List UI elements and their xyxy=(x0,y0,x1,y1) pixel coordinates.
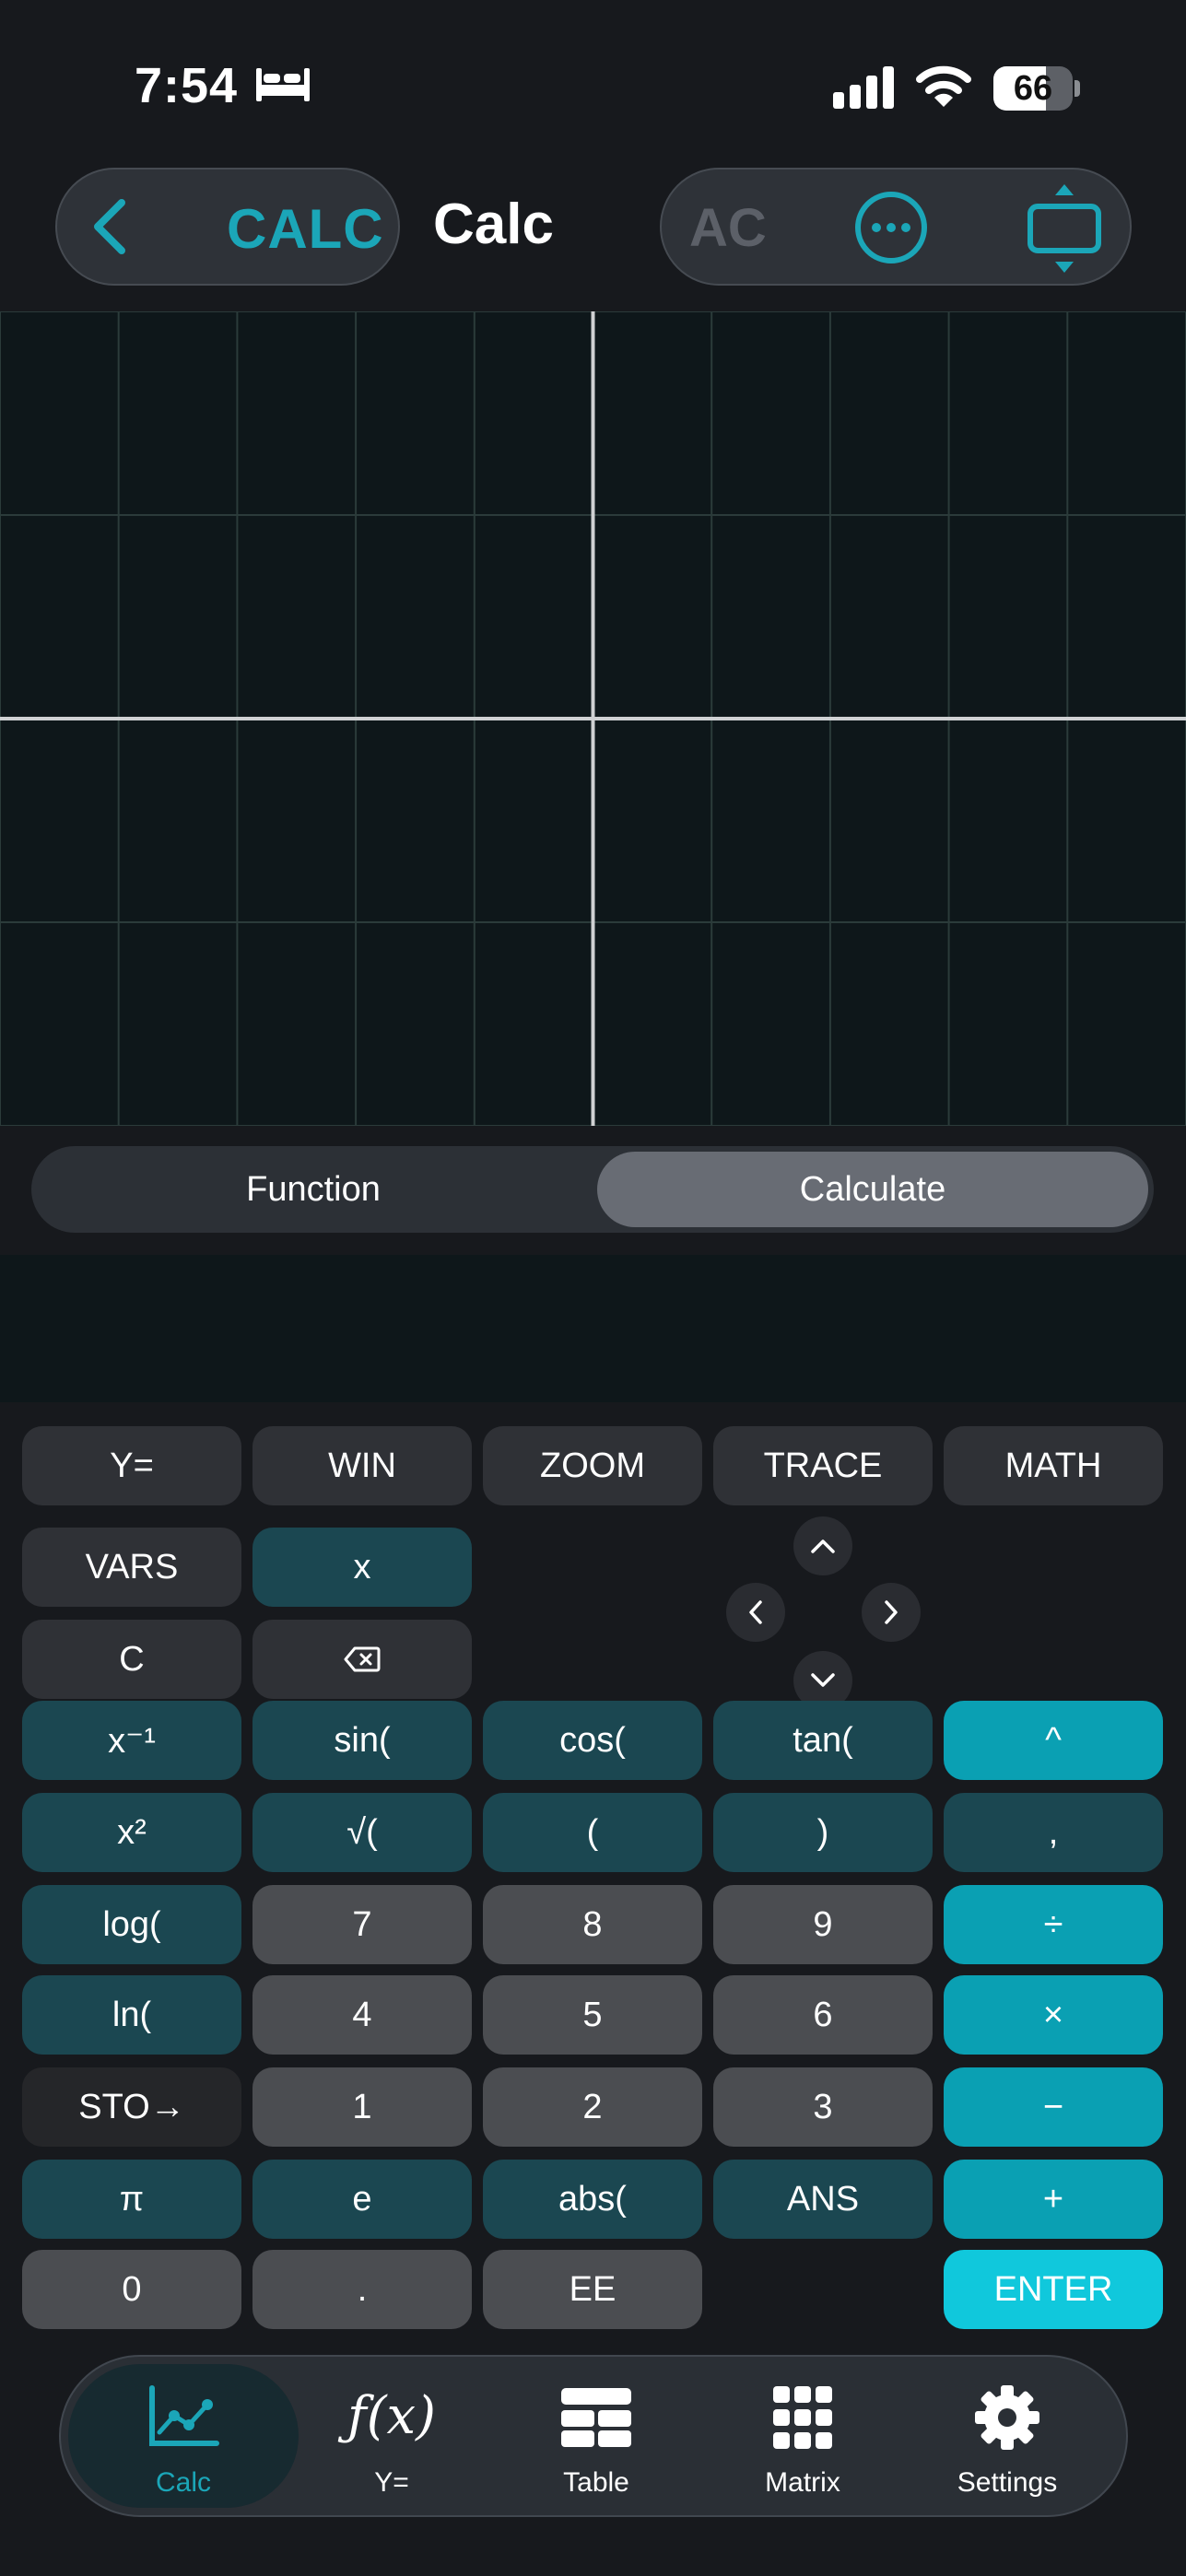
chevron-left-icon xyxy=(749,1600,762,1624)
sin-key[interactable]: sin( xyxy=(252,1701,472,1780)
tab-matrix[interactable]: Matrix xyxy=(687,2364,918,2508)
matrix-icon xyxy=(773,2386,832,2449)
tab-calc-label: Calc xyxy=(155,2467,211,2498)
digit-9-key[interactable]: 9 xyxy=(713,1885,933,1964)
back-chevron-icon[interactable] xyxy=(85,197,140,256)
euler-key[interactable]: e xyxy=(252,2160,472,2239)
power-key[interactable]: ^ xyxy=(944,1701,1163,1780)
bottom-tab-bar: Calc ƒ(x) Y= Table Matrix Settings xyxy=(59,2355,1128,2517)
sqrt-key[interactable]: √( xyxy=(252,1793,472,1872)
digit-4-key[interactable]: 4 xyxy=(252,1975,472,2055)
comma-key[interactable]: , xyxy=(944,1793,1163,1872)
close-paren-key[interactable]: ) xyxy=(713,1793,933,1872)
zoom-key[interactable]: ZOOM xyxy=(483,1426,702,1505)
digit-8-key[interactable]: 8 xyxy=(483,1885,702,1964)
vars-key[interactable]: VARS xyxy=(22,1528,241,1607)
open-paren-key[interactable]: ( xyxy=(483,1793,702,1872)
log-key[interactable]: log( xyxy=(22,1885,241,1964)
tab-calculate[interactable]: Calculate xyxy=(597,1152,1148,1227)
table-icon xyxy=(561,2388,631,2447)
chevron-down-icon xyxy=(811,1673,835,1687)
exponent-ee-key[interactable]: EE xyxy=(483,2250,702,2329)
backspace-key[interactable] xyxy=(252,1620,472,1699)
pi-key[interactable]: π xyxy=(22,2160,241,2239)
tab-matrix-label: Matrix xyxy=(765,2467,840,2498)
arrow-left-button[interactable] xyxy=(726,1583,785,1642)
arrow-up-button[interactable] xyxy=(793,1516,852,1575)
decimal-point-key[interactable]: . xyxy=(252,2250,472,2329)
sleep-focus-icon xyxy=(256,68,310,101)
status-time: 7:54 xyxy=(135,58,239,113)
backspace-icon xyxy=(344,1646,381,1672)
divide-key[interactable]: ÷ xyxy=(944,1885,1163,1964)
tab-function[interactable]: Function xyxy=(37,1152,590,1227)
brand-label: CALC xyxy=(227,198,384,260)
variable-x-key[interactable]: x xyxy=(252,1528,472,1607)
cos-key[interactable]: cos( xyxy=(483,1701,702,1780)
battery-indicator: 66 xyxy=(993,66,1080,111)
arrow-right-button[interactable] xyxy=(862,1583,921,1642)
chevron-right-icon xyxy=(885,1600,898,1624)
digit-5-key[interactable]: 5 xyxy=(483,1975,702,2055)
digit-2-key[interactable]: 2 xyxy=(483,2067,702,2147)
ln-key[interactable]: ln( xyxy=(22,1975,241,2055)
tan-key[interactable]: tan( xyxy=(713,1701,933,1780)
y-equals-key[interactable]: Y= xyxy=(22,1426,241,1505)
square-key[interactable]: x² xyxy=(22,1793,241,1872)
mode-selector: Function Calculate xyxy=(0,1126,1186,1255)
more-options-icon[interactable] xyxy=(853,190,929,265)
abs-key[interactable]: abs( xyxy=(483,2160,702,2239)
multiply-key[interactable]: × xyxy=(944,1975,1163,2055)
digit-0-key[interactable]: 0 xyxy=(22,2250,241,2329)
back-brand-pill[interactable]: CALC xyxy=(55,168,400,286)
digit-3-key[interactable]: 3 xyxy=(713,2067,933,2147)
all-clear-button[interactable]: AC xyxy=(689,197,767,259)
tab-table[interactable]: Table xyxy=(481,2364,711,2508)
tab-table-label: Table xyxy=(563,2467,629,2498)
segmented-control: Function Calculate xyxy=(31,1146,1154,1233)
add-key[interactable]: + xyxy=(944,2160,1163,2239)
function-icon: ƒ(x) xyxy=(346,2386,436,2446)
cellular-signal-icon xyxy=(833,66,894,109)
trace-key[interactable]: TRACE xyxy=(713,1426,933,1505)
tab-settings[interactable]: Settings xyxy=(892,2364,1122,2508)
window-key[interactable]: WIN xyxy=(252,1426,472,1505)
graph-canvas[interactable] xyxy=(0,311,1186,1126)
subtract-key[interactable]: − xyxy=(944,2067,1163,2147)
answer-key[interactable]: ANS xyxy=(713,2160,933,2239)
digit-6-key[interactable]: 6 xyxy=(713,1975,933,2055)
battery-percentage: 66 xyxy=(1013,69,1053,108)
page-title: Calc xyxy=(433,193,554,256)
tab-y-equals[interactable]: ƒ(x) Y= xyxy=(276,2364,507,2508)
expression-display[interactable] xyxy=(0,1255,1186,1402)
expand-view-icon[interactable] xyxy=(1023,181,1106,276)
math-key[interactable]: MATH xyxy=(944,1426,1163,1505)
gear-icon xyxy=(975,2385,1039,2450)
tab-y-equals-label: Y= xyxy=(374,2467,409,2498)
tab-settings-label: Settings xyxy=(957,2467,1058,2498)
enter-key[interactable]: ENTER xyxy=(944,2250,1163,2329)
store-key[interactable]: STO→ xyxy=(22,2067,241,2147)
digit-7-key[interactable]: 7 xyxy=(252,1885,472,1964)
graph-icon xyxy=(149,2385,219,2446)
header-actions-pill: AC xyxy=(660,168,1132,286)
tab-calc[interactable]: Calc xyxy=(68,2364,299,2508)
clear-key[interactable]: C xyxy=(22,1620,241,1699)
reciprocal-key[interactable]: x⁻¹ xyxy=(22,1701,241,1780)
chevron-up-icon xyxy=(811,1540,835,1553)
digit-1-key[interactable]: 1 xyxy=(252,2067,472,2147)
wifi-icon xyxy=(916,65,971,107)
